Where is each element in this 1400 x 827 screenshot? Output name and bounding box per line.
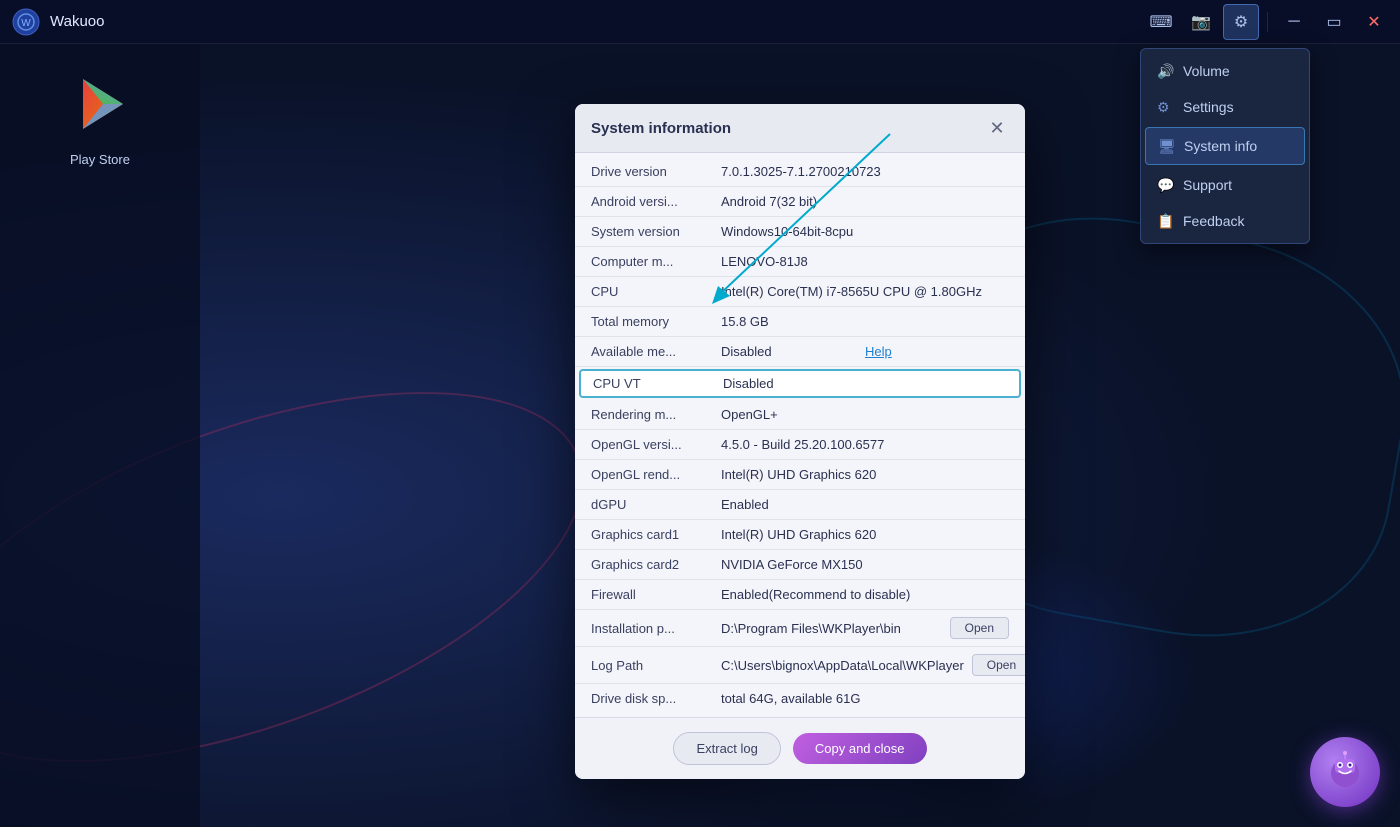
titlebar-controls: ⌨ 📷 ⚙ ─ ▭ ✕ [1143,4,1400,40]
dropdown-item-feedback[interactable]: 📋 Feedback [1141,203,1309,239]
settings-button[interactable]: ⚙ [1223,4,1259,40]
value-opengl-version: 4.5.0 - Build 25.20.100.6577 [721,437,1009,452]
dialog-footer: Extract log Copy and close [575,717,1025,779]
maximize-button[interactable]: ▭ [1316,4,1352,40]
label-install-path: Installation p... [591,621,721,636]
label-computer-model: Computer m... [591,254,721,269]
dropdown-item-system-info[interactable]: 🖥 System info [1145,127,1305,165]
label-firewall: Firewall [591,587,721,602]
info-row-cpu-vt: CPU VT Disabled [579,369,1021,398]
value-graphics-card2: NVIDIA GeForce MX150 [721,557,1009,572]
dropdown-item-volume[interactable]: 🔊 Volume [1141,53,1309,89]
extract-log-button[interactable]: Extract log [673,732,780,765]
value-cpu-vt: Disabled [723,376,1007,391]
keyboard-button[interactable]: ⌨ [1143,4,1179,40]
info-row-dgpu: dGPU Enabled [575,490,1025,520]
value-dgpu: Enabled [721,497,1009,512]
app-title: Wakuoo [50,13,104,30]
dropdown-item-settings[interactable]: ⚙ Settings [1141,89,1309,125]
value-computer-model: LENOVO-81J8 [721,254,1009,269]
label-graphics-card1: Graphics card1 [591,527,721,542]
titlebar-left: W Wakuoo [0,8,104,36]
dropdown-item-support[interactable]: 💬 Support [1141,167,1309,203]
value-disk-space: total 64G, available 61G [721,691,1009,706]
info-row-system-version: System version Windows10-64bit-8cpu [575,217,1025,247]
feedback-icon: 📋 [1157,213,1173,229]
value-graphics-card1: Intel(R) UHD Graphics 620 [721,527,1009,542]
label-android-version: Android versi... [591,194,721,209]
info-row-graphics-card1: Graphics card1 Intel(R) UHD Graphics 620 [575,520,1025,550]
info-row-install-path: Installation p... D:\Program Files\WKPla… [575,610,1025,647]
label-dgpu: dGPU [591,497,721,512]
value-install-path: D:\Program Files\WKPlayer\bin [721,621,942,636]
value-rendering: OpenGL+ [721,407,1009,422]
info-row-graphics-card2: Graphics card2 NVIDIA GeForce MX150 [575,550,1025,580]
system-info-icon: 🖥 [1158,138,1174,154]
label-cpu-vt: CPU VT [593,376,723,391]
titlebar: W Wakuoo ⌨ 📷 ⚙ ─ ▭ ✕ [0,0,1400,44]
sidebar: Play Store [0,44,200,827]
play-store-label: Play Store [70,152,130,167]
value-cpu: Intel(R) Core(TM) i7-8565U CPU @ 1.80GHz [721,284,1009,299]
help-link[interactable]: Help [865,344,1009,359]
label-opengl-renderer: OpenGL rend... [591,467,721,482]
dialog-close-button[interactable]: ✕ [985,116,1009,140]
label-cpu: CPU [591,284,721,299]
support-icon: 💬 [1157,177,1173,193]
label-drive-version: Drive version [591,164,721,179]
info-row-available-memory: Available me... Disabled Help [575,337,1025,367]
label-opengl-version: OpenGL versi... [591,437,721,452]
label-available-memory: Available me... [591,344,721,359]
info-row-android-version: Android versi... Android 7(32 bit) [575,187,1025,217]
value-log-path: C:\Users\bignox\AppData\Local\WKPlayer [721,658,964,673]
value-android-version: Android 7(32 bit) [721,194,1009,209]
value-system-version: Windows10-64bit-8cpu [721,224,1009,239]
dropdown-settings-label: Settings [1183,99,1234,115]
volume-icon: 🔊 [1157,63,1173,79]
value-firewall: Enabled(Recommend to disable) [721,587,1009,602]
info-row-firewall: Firewall Enabled(Recommend to disable) [575,580,1025,610]
info-row-opengl-version: OpenGL versi... 4.5.0 - Build 25.20.100.… [575,430,1025,460]
value-opengl-renderer: Intel(R) UHD Graphics 620 [721,467,1009,482]
dropdown-system-info-label: System info [1184,138,1257,154]
info-row-total-memory: Total memory 15.8 GB [575,307,1025,337]
settings-dropdown: 🔊 Volume ⚙ Settings 🖥 System info 💬 Supp… [1140,48,1310,244]
app-icon: W [12,8,40,36]
info-row-opengl-renderer: OpenGL rend... Intel(R) UHD Graphics 620 [575,460,1025,490]
info-row-disk-space: Drive disk sp... total 64G, available 61… [575,684,1025,713]
value-total-memory: 15.8 GB [721,314,1009,329]
system-info-dialog: System information ✕ Drive version 7.0.1… [575,104,1025,779]
open-log-path-button[interactable]: Open [972,654,1025,676]
screenshot-button[interactable]: 📷 [1183,4,1219,40]
minimize-button[interactable]: ─ [1276,4,1312,40]
open-install-path-button[interactable]: Open [950,617,1009,639]
main-content: 🔊 Volume ⚙ Settings 🖥 System info 💬 Supp… [200,44,1400,827]
info-row-rendering: Rendering m... OpenGL+ [575,400,1025,430]
label-total-memory: Total memory [591,314,721,329]
play-store-icon-container[interactable] [60,64,140,144]
dialog-title: System information [591,120,731,137]
label-graphics-card2: Graphics card2 [591,557,721,572]
svg-text:W: W [21,18,31,29]
info-row-log-path: Log Path C:\Users\bignox\AppData\Local\W… [575,647,1025,684]
dropdown-volume-label: Volume [1183,63,1230,79]
dropdown-support-label: Support [1183,177,1232,193]
info-row-cpu: CPU Intel(R) Core(TM) i7-8565U CPU @ 1.8… [575,277,1025,307]
label-log-path: Log Path [591,658,721,673]
info-row-drive-version: Drive version 7.0.1.3025-7.1.2700210723 [575,157,1025,187]
label-system-version: System version [591,224,721,239]
close-button[interactable]: ✕ [1356,4,1392,40]
settings-icon: ⚙ [1157,99,1173,115]
value-available-memory: Disabled [721,344,865,359]
copy-close-button[interactable]: Copy and close [793,733,927,764]
label-rendering: Rendering m... [591,407,721,422]
info-row-computer-model: Computer m... LENOVO-81J8 [575,247,1025,277]
label-disk-space: Drive disk sp... [591,691,721,706]
value-drive-version: 7.0.1.3025-7.1.2700210723 [721,164,1009,179]
dialog-header: System information ✕ [575,104,1025,153]
separator [1267,12,1268,32]
dialog-body: Drive version 7.0.1.3025-7.1.2700210723 … [575,153,1025,717]
dropdown-feedback-label: Feedback [1183,213,1244,229]
